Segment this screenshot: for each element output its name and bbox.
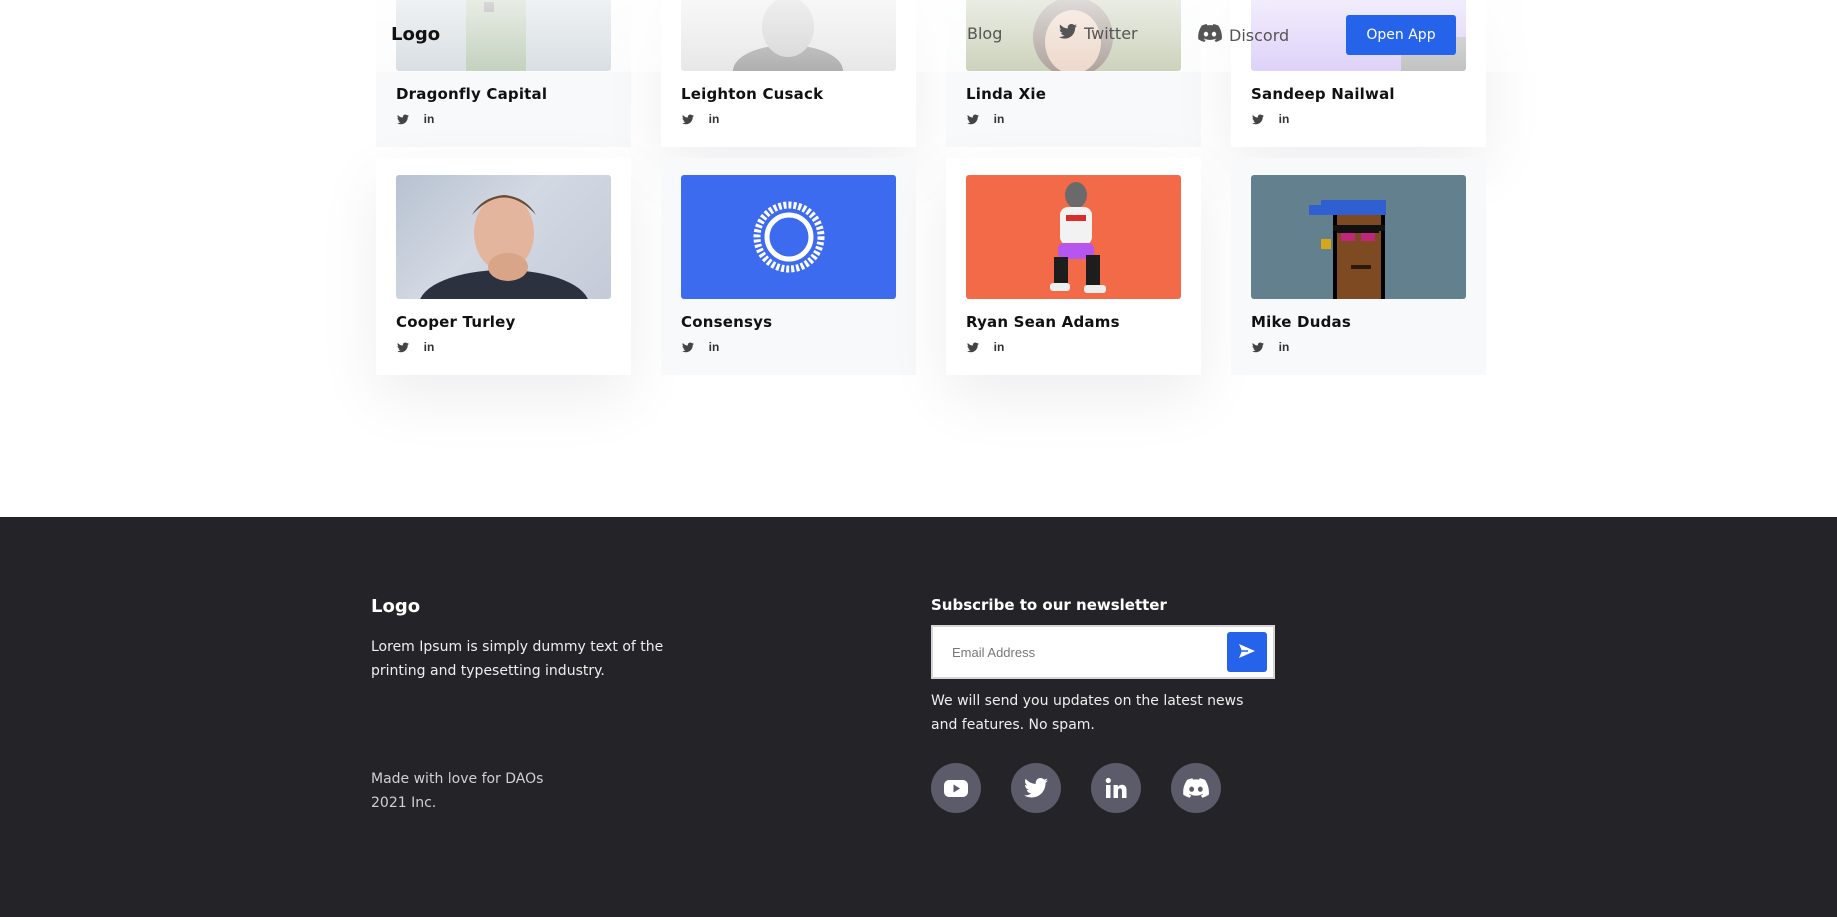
twitter-icon[interactable] [681, 340, 695, 354]
send-icon [1239, 643, 1255, 662]
linkedin-icon[interactable] [1091, 763, 1141, 813]
nav-discord-label: Discord [1229, 25, 1290, 45]
site-header: Logo Blog Twitter Discord Open App [0, 0, 1837, 72]
subscribe-button[interactable] [1227, 632, 1267, 672]
nav-blog-label: Blog [967, 24, 1003, 43]
investor-photo [681, 175, 896, 299]
open-app-button[interactable]: Open App [1346, 15, 1456, 55]
investor-name: Sandeep Nailwal [1251, 85, 1395, 103]
twitter-icon[interactable] [1251, 112, 1265, 126]
linkedin-icon[interactable]: in [992, 112, 1006, 126]
investor-card: Cooper Turley in [376, 158, 631, 375]
nav-blog[interactable]: Blog [967, 24, 1002, 43]
linkedin-icon[interactable]: in [1277, 112, 1291, 126]
footer-description: Lorem Ipsum is simply dummy text of the … [371, 639, 664, 679]
twitter-icon[interactable] [396, 112, 410, 126]
linkedin-icon[interactable]: in [1277, 340, 1291, 354]
footer-credits: Made with love for DAOs 2021 Inc. [371, 767, 543, 815]
investor-card: Ryan Sean Adams in [946, 158, 1201, 375]
twitter-icon[interactable] [966, 112, 980, 126]
newsletter-title: Subscribe to our newsletter [931, 596, 1167, 614]
investor-name: Ryan Sean Adams [966, 313, 1120, 331]
site-footer: Logo Lorem Ipsum is simply dummy text of… [0, 517, 1837, 917]
investor-photo [396, 175, 611, 299]
footer-logo[interactable]: Logo [371, 596, 420, 617]
footer-socials [931, 763, 1221, 813]
nav-twitter[interactable]: Twitter [1059, 23, 1138, 43]
newsletter-form [931, 625, 1275, 679]
footer-made-line: Made with love for DAOs [371, 771, 544, 787]
email-field[interactable] [952, 644, 1227, 660]
investor-card: Mike Dudas in [1231, 158, 1486, 375]
linkedin-icon[interactable]: in [992, 340, 1006, 354]
investor-name: Leighton Cusack [681, 85, 824, 103]
footer-copyright: 2021 Inc. [371, 795, 437, 811]
investor-name: Dragonfly Capital [396, 85, 548, 103]
twitter-icon[interactable] [1011, 763, 1061, 813]
investor-row-2: Cooper Turley in Consensys in Ryan Sean … [376, 158, 1486, 375]
linkedin-icon[interactable]: in [707, 340, 721, 354]
linkedin-icon[interactable]: in [422, 112, 436, 126]
twitter-icon[interactable] [966, 340, 980, 354]
discord-icon [1198, 24, 1222, 46]
nav-twitter-label: Twitter [1084, 24, 1138, 43]
investor-name: Consensys [681, 313, 773, 331]
investor-photo [966, 175, 1181, 299]
newsletter-note: We will send you updates on the latest n… [931, 693, 1244, 733]
discord-icon[interactable] [1171, 763, 1221, 813]
investor-card: Consensys in [661, 158, 916, 375]
twitter-icon[interactable] [1251, 340, 1265, 354]
nav-discord[interactable]: Discord [1198, 24, 1289, 46]
youtube-icon[interactable] [931, 763, 981, 813]
investor-name: Linda Xie [966, 85, 1047, 103]
investor-photo [1251, 175, 1466, 299]
header-logo[interactable]: Logo [391, 24, 440, 45]
linkedin-icon[interactable]: in [707, 112, 721, 126]
twitter-icon [1059, 23, 1077, 43]
investor-name: Mike Dudas [1251, 313, 1351, 331]
page: Dragonfly Capital in Leighton Cusack in [0, 0, 1837, 917]
twitter-icon[interactable] [681, 112, 695, 126]
investor-name: Cooper Turley [396, 313, 516, 331]
linkedin-icon[interactable]: in [422, 340, 436, 354]
twitter-icon[interactable] [396, 340, 410, 354]
